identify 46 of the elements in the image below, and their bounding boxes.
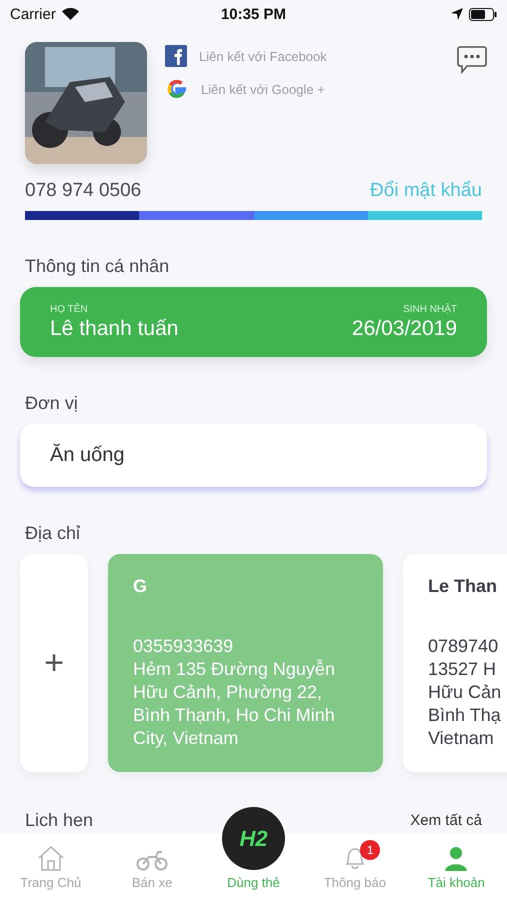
unit-field[interactable]: Ăn uống xyxy=(20,424,487,487)
address-line: Bình Thạnh, Ho Chi Minh xyxy=(133,704,336,727)
add-address-button[interactable]: + xyxy=(20,554,88,772)
link-account-link[interactable]: Liên kết với Google + xyxy=(201,82,325,96)
tab[interactable]: Bán xe xyxy=(101,834,203,900)
section-title: Thông tin cá nhân xyxy=(24,255,170,278)
logo[interactable]: H2 xyxy=(222,807,286,870)
address-line: City, Vietnam xyxy=(133,727,240,750)
see-all-link[interactable]: Xem tất cả xyxy=(410,812,482,829)
tab[interactable]: Dùng thẻ xyxy=(227,875,280,890)
address-line: Vietnam xyxy=(428,727,495,750)
google-icon[interactable] xyxy=(165,77,189,101)
home-icon xyxy=(36,845,65,871)
wifi-icon xyxy=(62,8,79,20)
birthday: 26/03/2019 xyxy=(352,316,457,340)
person-icon xyxy=(444,845,468,871)
chat-icon[interactable] xyxy=(457,46,487,74)
clock: 10:35 PM xyxy=(220,6,286,22)
facebook-icon[interactable] xyxy=(165,45,187,67)
address-name: G xyxy=(133,576,148,597)
address-line: Hữu Cản xyxy=(428,681,502,704)
section-title: Địa chỉ xyxy=(24,522,82,545)
phone-number: 078 974 0506 xyxy=(25,180,142,202)
tab[interactable]: Trang Chủ xyxy=(0,834,102,900)
link-account-link[interactable]: Liên kết với Facebook xyxy=(199,48,327,64)
full-name: Lê thanh tuấn xyxy=(50,316,178,340)
carrier-label: Carrier xyxy=(10,6,56,22)
notification-badge: 1 xyxy=(360,840,380,860)
section-title: Lich hen xyxy=(25,810,94,831)
address-line: 0355933639 xyxy=(133,635,234,658)
section-title: Đơn vị xyxy=(24,392,79,415)
field-label: HỌ TÊN xyxy=(50,304,89,314)
field-label: SINH NHẬT xyxy=(402,304,457,314)
address-card[interactable]: G 0355933639 Hẻm 135 Đường Nguyễn Hữu Cảnh, Phường 22, Bình Thạnh, Ho Chi Minh City, Vietnam xyxy=(108,554,383,772)
battery-icon xyxy=(468,8,497,20)
address-line: Hẻm 135 Đường Nguyễn xyxy=(133,658,336,681)
change-password-link[interactable]: Đổi mật khẩu xyxy=(370,180,482,202)
address-line: 0789740 xyxy=(428,635,500,658)
address-card[interactable]: Le Than 0789740 13527 H Hữu Cản Bình Thạ Vietnam xyxy=(403,554,507,772)
address-line: 13527 H xyxy=(428,658,498,681)
location-arrow-icon xyxy=(450,8,463,20)
address-line: Bình Thạ xyxy=(428,704,502,727)
tab[interactable]: Thông báo 1 xyxy=(304,834,406,900)
tab[interactable]: Tài khoản xyxy=(406,834,507,900)
address-line: Hữu Cảnh, Phường 22, xyxy=(133,681,324,704)
address-name: Le Than xyxy=(428,576,498,597)
